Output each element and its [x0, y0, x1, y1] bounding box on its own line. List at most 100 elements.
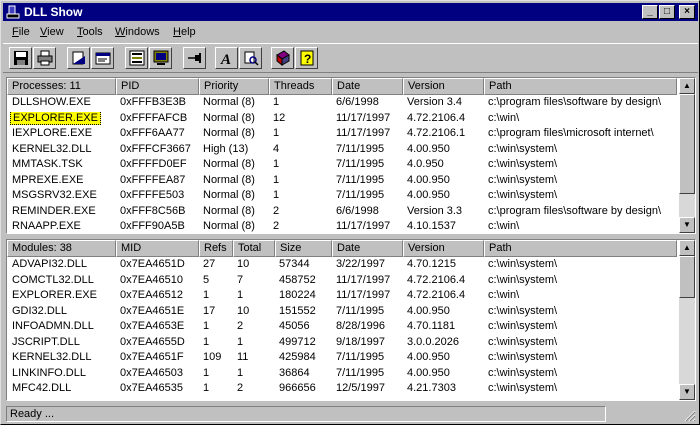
- scroll-thumb[interactable]: [679, 94, 695, 194]
- module-cell: 12/5/1997: [332, 382, 403, 395]
- module-cell-text: 1: [237, 366, 244, 379]
- print-preview-button[interactable]: [67, 47, 90, 69]
- help-button[interactable]: ?: [295, 47, 318, 69]
- module-cell-text: c:\win\system\: [488, 304, 558, 317]
- col-module-version[interactable]: Version: [403, 240, 484, 257]
- save-button[interactable]: [9, 47, 32, 69]
- process-cell: 2: [269, 205, 332, 218]
- scroll-thumb[interactable]: [679, 256, 695, 298]
- print-button[interactable]: [33, 47, 56, 69]
- process-cell-text: 0xFFFFAFCB: [120, 111, 188, 124]
- process-list-icon: [129, 50, 145, 66]
- find-button[interactable]: [239, 47, 262, 69]
- col-priority[interactable]: Priority: [199, 78, 269, 95]
- col-path[interactable]: Path: [484, 78, 677, 95]
- process-row[interactable]: EXPLORER.EXE 0xFFFFAFCB Normal (8) 12 11/17/…: [7, 111, 677, 127]
- process-cell: 1: [269, 189, 332, 202]
- modules-scrollbar[interactable]: ▲ ▼: [679, 240, 695, 400]
- process-cell-text: c:\win\: [488, 220, 520, 232]
- menu-windows[interactable]: Windows: [115, 26, 160, 38]
- menu-help[interactable]: Help: [173, 26, 196, 38]
- module-cell-text: 1: [203, 382, 210, 394]
- app-window: DLL Show _ □ × File View Tools Windows H…: [0, 0, 700, 425]
- process-cell: Normal (8): [199, 158, 269, 171]
- col-date[interactable]: Date: [332, 78, 403, 95]
- scroll-up-button[interactable]: ▲: [679, 240, 695, 256]
- module-cell: 5: [199, 274, 233, 287]
- module-cell: GDI32.DLL: [8, 305, 116, 318]
- module-row[interactable]: EXPLORER.EXE 0x7EA46512 1 1 180224 11/17/1997…: [7, 288, 677, 304]
- scroll-down-button[interactable]: ▼: [679, 217, 695, 233]
- process-row[interactable]: KERNEL32.DLL 0xFFFCF3667 High (13) 4 7/11/19…: [7, 142, 677, 158]
- menu-view[interactable]: View: [40, 26, 64, 38]
- process-cell: Version 3.4: [403, 96, 484, 109]
- monitor-button[interactable]: [149, 47, 172, 69]
- process-cell-text: MSGSRV32.EXE: [12, 189, 97, 201]
- module-cell-text: c:\win\system\: [488, 366, 558, 379]
- process-cell-text: Version 3.3: [407, 204, 463, 217]
- processes-scrollbar[interactable]: ▲ ▼: [679, 78, 695, 233]
- col-modules[interactable]: Modules: 38: [7, 240, 116, 257]
- maximize-button[interactable]: □: [659, 5, 675, 19]
- module-cell-text: 0x7EA4651E: [120, 304, 185, 317]
- title-bar[interactable]: DLL Show _ □ ×: [3, 3, 698, 21]
- process-row[interactable]: DLLSHOW.EXE 0xFFFB3E3B Normal (8) 1 6/6/1998…: [7, 95, 677, 111]
- module-cell-text: 499712: [279, 335, 316, 348]
- module-row[interactable]: KERNEL32.DLL 0x7EA4651F 109 11 425984 7/11/19…: [7, 350, 677, 366]
- module-cell-text: c:\win\system\: [488, 335, 558, 348]
- process-cell: 1: [269, 96, 332, 109]
- process-cell-text: 1: [273, 189, 280, 201]
- close-button[interactable]: ×: [679, 5, 695, 19]
- module-row[interactable]: COMCTL32.DLL 0x7EA46510 5 7 458752 11/17/1997…: [7, 273, 677, 289]
- col-total[interactable]: Total: [233, 240, 275, 257]
- module-cell-text: 0x7EA4655D: [120, 335, 185, 348]
- process-row[interactable]: MSGSRV32.EXE 0xFFFFE503 Normal (8) 1 7/11/19…: [7, 188, 677, 204]
- process-cell: High (13): [199, 143, 269, 156]
- process-row[interactable]: IEXPLORE.EXE 0xFFF6AA77 Normal (8) 1 11/17/1…: [7, 126, 677, 142]
- book-button[interactable]: [271, 47, 294, 69]
- col-version[interactable]: Version: [403, 78, 484, 95]
- col-threads[interactable]: Threads: [269, 78, 332, 95]
- module-cell-text: 2: [237, 382, 244, 394]
- col-module-path[interactable]: Path: [484, 240, 677, 257]
- module-row[interactable]: ADVAPI32.DLL 0x7EA4651D 27 10 57344 3/22/1997…: [7, 257, 677, 273]
- font-button[interactable]: A: [215, 47, 238, 69]
- process-row[interactable]: MMTASK.TSK 0xFFFFD0EF Normal (8) 1 7/11/1995…: [7, 157, 677, 173]
- module-row[interactable]: LINKINFO.DLL 0x7EA46503 1 1 36864 7/11/1995 4.…: [7, 366, 677, 382]
- properties-button[interactable]: [91, 47, 114, 69]
- module-cell: 8/28/1996: [332, 320, 403, 333]
- process-row[interactable]: REMINDER.EXE 0xFFF8C56B Normal (8) 2 6/6/199…: [7, 204, 677, 220]
- module-row[interactable]: INFOADMN.DLL 0x7EA4653E 1 2 45056 8/28/1996 4.…: [7, 319, 677, 335]
- module-row[interactable]: MFC42.DLL 0x7EA46535 1 2 966656 12/5/1997 4.21…: [7, 381, 677, 397]
- menu-file[interactable]: File: [12, 26, 30, 38]
- module-cell: 0x7EA4651D: [116, 258, 199, 271]
- col-mid[interactable]: MID: [116, 240, 199, 257]
- module-cell: 1: [233, 367, 275, 380]
- module-cell-text: 0x7EA4651F: [120, 351, 184, 363]
- process-row[interactable]: MPREXE.EXE 0xFFFFEA87 Normal (8) 1 7/11/1995…: [7, 173, 677, 189]
- process-cell-text: 6/6/1998: [336, 204, 379, 217]
- minimize-button[interactable]: _: [642, 5, 658, 19]
- find-icon: [244, 51, 259, 66]
- col-module-date[interactable]: Date: [332, 240, 403, 257]
- module-row[interactable]: GDI32.DLL 0x7EA4651E 17 10 151552 7/11/1995 4.…: [7, 304, 677, 320]
- process-cell: c:\program files\software by design\: [484, 205, 677, 218]
- module-cell: 1: [199, 289, 233, 302]
- process-list-button[interactable]: [125, 47, 148, 69]
- scroll-up-button[interactable]: ▲: [679, 78, 695, 94]
- scroll-down-button[interactable]: ▼: [679, 384, 695, 400]
- menu-tools[interactable]: Tools: [77, 26, 103, 38]
- col-refs[interactable]: Refs: [199, 240, 233, 257]
- col-processes[interactable]: Processes: 11: [7, 78, 116, 95]
- module-cell: 0x7EA4651F: [116, 351, 199, 364]
- resize-grip-icon[interactable]: [682, 408, 696, 422]
- module-cell: c:\win\system\: [484, 258, 677, 271]
- process-cell-text: 11/17/1997: [336, 111, 391, 124]
- module-cell: 4.00.950: [403, 367, 484, 380]
- process-row[interactable]: RNAAPP.EXE 0xFFF90A5B Normal (8) 2 11/17/199…: [7, 219, 677, 233]
- module-cell-text: 1: [203, 335, 210, 348]
- col-size[interactable]: Size: [275, 240, 332, 257]
- col-pid[interactable]: PID: [116, 78, 199, 95]
- pin-button[interactable]: [183, 47, 206, 69]
- module-row[interactable]: JSCRIPT.DLL 0x7EA4655D 1 1 499712 9/18/1997 3.…: [7, 335, 677, 351]
